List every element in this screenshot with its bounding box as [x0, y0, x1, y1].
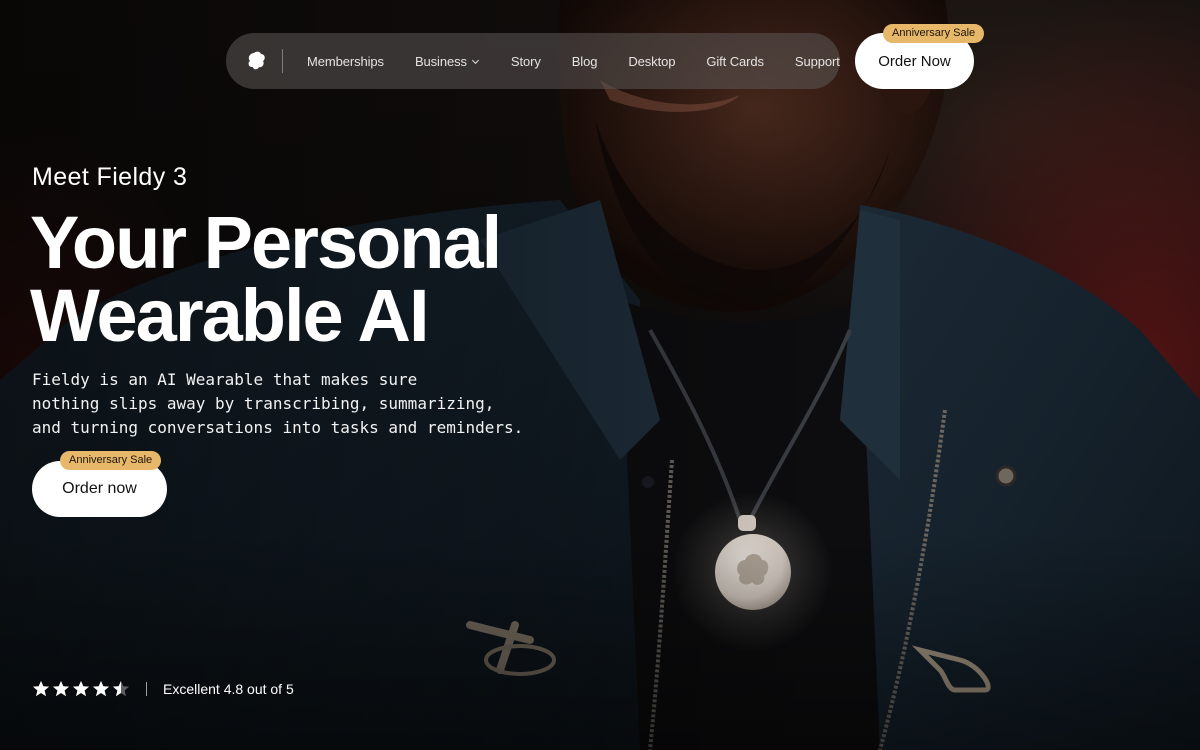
- nav-link-business[interactable]: Business: [415, 54, 480, 69]
- headline-line-2: Wearable AI: [30, 274, 430, 357]
- star-icon: [32, 680, 50, 697]
- description-line-1: Fieldy is an AI Wearable that makes sure: [32, 370, 418, 389]
- star-icon: [52, 680, 70, 697]
- rating-summary: Excellent 4.8 out of 5: [32, 680, 294, 698]
- hero-description: Fieldy is an AI Wearable that makes sure…: [32, 368, 572, 440]
- nav-link-label: Blog: [571, 53, 598, 69]
- nav-link-label: Business: [414, 53, 467, 69]
- description-line-2: nothing slips away by transcribing, summ…: [32, 394, 495, 413]
- anniversary-sale-badge: Anniversary Sale: [883, 24, 985, 43]
- nav-divider: [282, 49, 283, 73]
- chevron-down-icon: [471, 59, 479, 64]
- nav-link-support[interactable]: Support: [795, 54, 840, 69]
- description-line-3: and turning conversations into tasks and…: [32, 418, 524, 437]
- nav-link-story[interactable]: Story: [511, 54, 541, 69]
- order-now-label: Order Now: [878, 52, 951, 70]
- order-now-hero-label: Order now: [62, 480, 137, 497]
- hero-headline: Your Personal Wearable AI: [30, 206, 590, 353]
- anniversary-sale-badge-hero: Anniversary Sale: [60, 451, 162, 470]
- hero-eyebrow: Meet Fieldy 3: [32, 163, 188, 191]
- star-half-icon: [112, 680, 130, 697]
- nav-link-gift-cards[interactable]: Gift Cards: [706, 54, 764, 69]
- rating-text: Excellent 4.8 out of 5: [163, 681, 294, 697]
- star-icon: [72, 680, 90, 697]
- nav-link-label: Desktop: [628, 53, 676, 69]
- bottom-shade-overlay: [0, 530, 1200, 750]
- star-icon: [92, 680, 110, 697]
- nav-link-label: Support: [794, 53, 840, 69]
- rating-stars: [32, 680, 130, 698]
- nav-link-desktop[interactable]: Desktop: [628, 54, 675, 69]
- headline-line-1: Your Personal: [30, 201, 502, 284]
- fieldy-logo-icon[interactable]: [246, 50, 268, 72]
- nav-link-blog[interactable]: Blog: [572, 54, 598, 69]
- nav-link-label: Story: [510, 53, 541, 69]
- nav-link-label: Gift Cards: [706, 53, 764, 69]
- rating-divider: [146, 682, 147, 696]
- main-nav: Memberships Business Story Blog Desktop …: [226, 33, 840, 89]
- nav-link-label: Memberships: [307, 53, 384, 69]
- nav-links: Memberships Business Story Blog Desktop …: [307, 54, 840, 69]
- nav-link-memberships[interactable]: Memberships: [307, 54, 384, 69]
